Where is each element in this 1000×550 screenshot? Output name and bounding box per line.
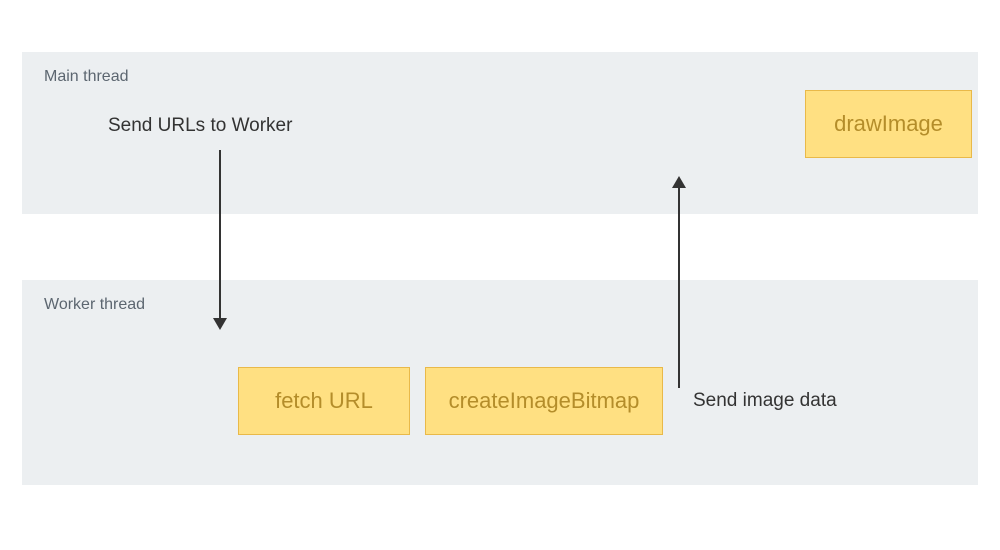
fetch-url-box: fetch URL xyxy=(238,367,410,435)
create-image-bitmap-box: createImageBitmap xyxy=(425,367,663,435)
arrow-up-line xyxy=(678,186,680,388)
fetch-url-text: fetch URL xyxy=(275,388,373,414)
create-image-bitmap-text: createImageBitmap xyxy=(449,388,640,414)
arrow-down-head xyxy=(213,318,227,330)
draw-image-text: drawImage xyxy=(834,111,943,137)
send-image-data-label: Send image data xyxy=(693,390,837,412)
main-thread-label: Main thread xyxy=(44,68,129,86)
worker-thread-label: Worker thread xyxy=(44,296,145,314)
draw-image-box: drawImage xyxy=(805,90,972,158)
arrow-down-line xyxy=(219,150,221,320)
arrow-up-head xyxy=(672,176,686,188)
send-urls-label: Send URLs to Worker xyxy=(108,115,292,137)
